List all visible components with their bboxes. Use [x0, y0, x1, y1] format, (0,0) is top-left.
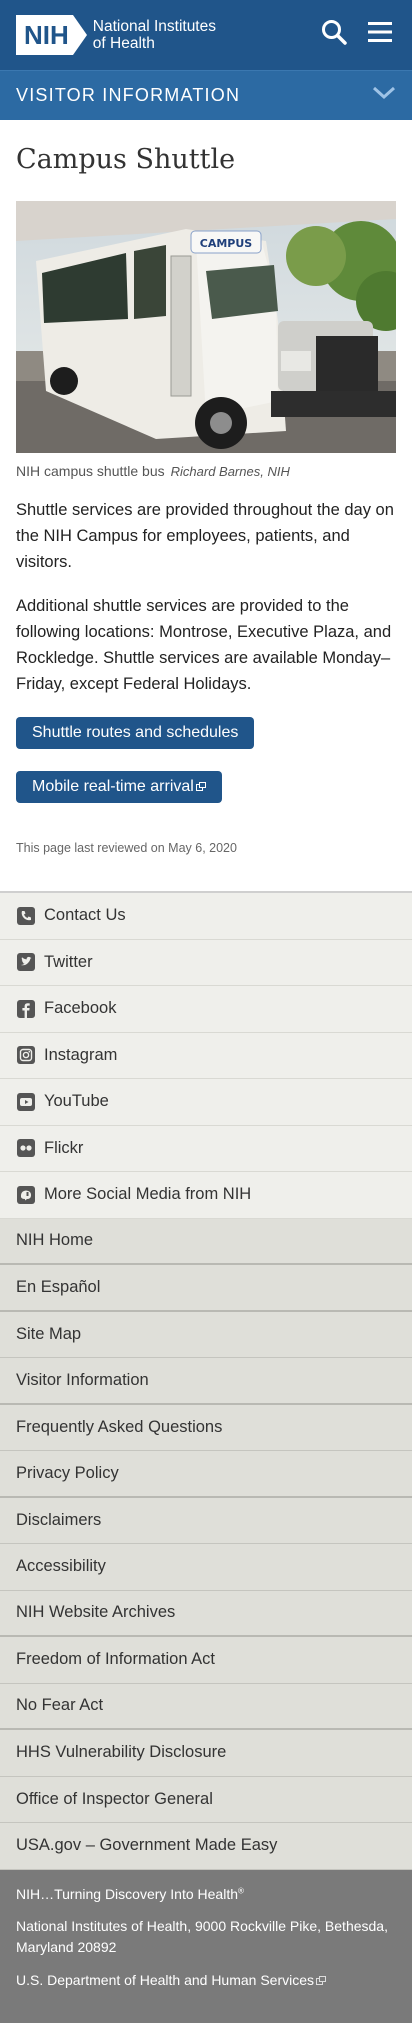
caption-text: NIH campus shuttle bus	[16, 463, 165, 479]
footer-nav-label: Privacy Policy	[16, 1463, 119, 1482]
logo-arrow	[72, 15, 87, 55]
search-icon[interactable]	[320, 18, 348, 46]
footer-nav-label: NIH Home	[16, 1231, 94, 1250]
footer-nav-label: Freedom of Information Act	[16, 1650, 216, 1669]
footer-nav-label: Site Map	[16, 1324, 82, 1343]
footer-nav-accessibility[interactable]: Accessibility	[0, 1544, 412, 1591]
instagram-icon	[16, 1045, 36, 1065]
social-link-instagram[interactable]: Instagram	[0, 1032, 412, 1079]
social-label: Flickr	[44, 1138, 84, 1157]
locations-paragraph: Additional shuttle services are provided…	[16, 597, 392, 693]
intro-paragraph: Shuttle services are provided throughout…	[16, 501, 394, 571]
footer-nav-foia[interactable]: Freedom of Information Act	[0, 1637, 412, 1684]
hhs-link[interactable]: U.S. Department of Health and Human Serv…	[16, 1972, 396, 1988]
twitter-icon	[16, 952, 36, 972]
social-link-facebook[interactable]: Facebook	[0, 986, 412, 1033]
page-title: Campus Shuttle	[16, 144, 236, 175]
logo-badge-text: NIH	[24, 19, 69, 50]
footer-nav-privacy-policy[interactable]: Privacy Policy	[0, 1451, 412, 1498]
social-label: YouTube	[44, 1092, 109, 1111]
nih-logo[interactable]: NIH National Institutes of Health	[16, 15, 216, 55]
logo-line2: of Health	[92, 35, 155, 52]
flickr-icon	[16, 1138, 36, 1158]
social-link-more[interactable]: More Social Media from NIH	[0, 1172, 412, 1219]
footer-nav-disclaimers[interactable]: Disclaimers	[0, 1497, 412, 1544]
shuttle-routes-button[interactable]: Shuttle routes and schedules	[16, 717, 255, 749]
logo-text: National Institutes of Health	[93, 18, 216, 52]
shuttle-routes-label: Shuttle routes and schedules	[32, 724, 239, 741]
menu-icon[interactable]	[366, 18, 394, 46]
social-link-youtube[interactable]: YouTube	[0, 1079, 412, 1126]
phone-icon	[16, 906, 36, 926]
social-label: Contact Us	[44, 906, 126, 925]
social-media-icon	[16, 1185, 36, 1205]
social-label: More Social Media from NIH	[44, 1185, 252, 1204]
logo-badge: NIH	[16, 15, 73, 55]
footer-nav-usa-gov[interactable]: USA.gov – Government Made Easy	[0, 1823, 412, 1870]
youtube-icon	[16, 1092, 36, 1112]
main-content: Campus Shuttle CAMPUS NIH campus shuttle…	[0, 144, 412, 855]
footer-nav-label: No Fear Act	[16, 1696, 104, 1715]
shuttle-bus-photo: CAMPUS	[16, 201, 396, 453]
social-link-twitter[interactable]: Twitter	[0, 939, 412, 986]
external-link-icon	[316, 1972, 327, 1985]
footer-nav-label: Accessibility	[16, 1557, 106, 1576]
footer-nav-label: Visitor Information	[16, 1370, 149, 1389]
facebook-icon	[16, 999, 36, 1019]
tagline-text: NIH…Turning Discovery Into Health	[16, 1885, 239, 1902]
social-link-contact-us[interactable]: Contact Us	[0, 893, 412, 940]
footer-nav-faq[interactable]: Frequently Asked Questions	[0, 1404, 412, 1451]
footer-nav-site-map[interactable]: Site Map	[0, 1311, 412, 1358]
footer-address: National Institutes of Health, 9000 Rock…	[16, 1917, 388, 1955]
footer-nav-label: En Español	[16, 1277, 101, 1296]
photo-caption: NIH campus shuttle bus Richard Barnes, NI…	[16, 463, 396, 479]
bus-sign-text: CAMPUS	[200, 237, 253, 250]
footer-nav-label: Disclaimers	[16, 1510, 102, 1529]
footer-tagline: NIH…Turning Discovery Into Health®	[16, 1886, 396, 1902]
footer-nav-nih-home[interactable]: NIH Home	[0, 1218, 412, 1265]
mobile-arrival-label: Mobile real-time arrival	[32, 778, 194, 795]
footer-nav-label: Frequently Asked Questions	[16, 1417, 223, 1436]
visitor-bar-label: VISITOR INFORMATION	[16, 85, 241, 105]
social-label: Instagram	[44, 1045, 118, 1064]
chevron-down-icon	[372, 86, 396, 105]
footer-nav-espanol[interactable]: En Español	[0, 1265, 412, 1312]
photo-credit: Richard Barnes, NIH	[170, 464, 290, 479]
mobile-arrival-button[interactable]: Mobile real-time arrival	[16, 771, 222, 803]
site-footer: NIH…Turning Discovery Into Health® Natio…	[0, 1869, 412, 2023]
footer-nav-label: HHS Vulnerability Disclosure	[16, 1743, 227, 1762]
footer-nav-label: NIH Website Archives	[16, 1603, 176, 1622]
last-reviewed: This page last reviewed on May 6, 2020	[16, 841, 237, 855]
external-link-icon	[195, 778, 206, 791]
social-link-flickr[interactable]: Flickr	[0, 1125, 412, 1172]
footer-nav-inspector-general[interactable]: Office of Inspector General	[0, 1776, 412, 1823]
footer-nav-label: USA.gov – Government Made Easy	[16, 1836, 278, 1855]
social-label: Facebook	[44, 999, 117, 1018]
footer-nav-no-fear-act[interactable]: No Fear Act	[0, 1683, 412, 1730]
social-label: Twitter	[44, 952, 93, 971]
footer-nav-label: Office of Inspector General	[16, 1789, 213, 1808]
logo-line1: National Institutes	[92, 18, 216, 35]
footer-nav-vulnerability-disclosure[interactable]: HHS Vulnerability Disclosure	[0, 1730, 412, 1777]
visitor-information-toggle[interactable]: VISITOR INFORMATION	[0, 70, 412, 120]
footer-nav-visitor-information[interactable]: Visitor Information	[0, 1358, 412, 1405]
hhs-link-text: U.S. Department of Health and Human Serv…	[16, 1971, 315, 1988]
footer-links: Contact Us Twitter Facebook Instagram Yo…	[0, 891, 412, 1870]
registered-mark: ®	[238, 1885, 244, 1895]
footer-nav-archives[interactable]: NIH Website Archives	[0, 1590, 412, 1637]
site-header: NIH National Institutes of Health	[0, 0, 412, 70]
